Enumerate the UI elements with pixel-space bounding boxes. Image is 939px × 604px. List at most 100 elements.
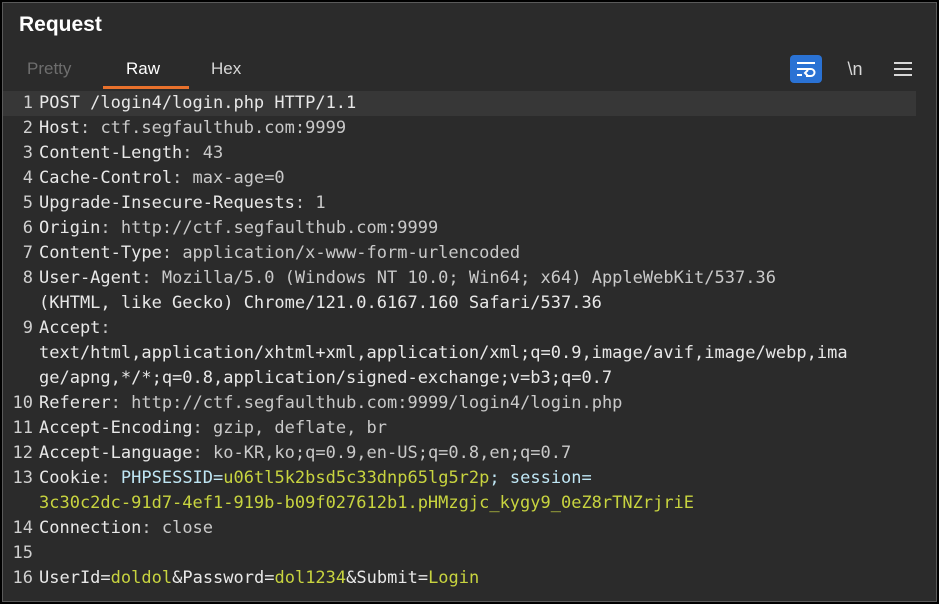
line-content: Accept-Language: ko-KR,ko;q=0.9,en-US;q=… [39,443,572,463]
header-value: close [161,518,214,538]
line-content: Accept-Encoding: gzip, deflate, br [39,418,388,438]
line-number: 8 [22,268,33,288]
line-number: 1 [22,93,33,113]
line-number: 12 [12,443,33,463]
panel-title: Request [19,13,102,36]
line-number: 16 [12,568,33,588]
line-number: 2 [22,118,33,138]
editor-line[interactable]: 5 Upgrade-Insecure-Requests: 1 [3,191,936,216]
cookie-eq: = [581,468,592,488]
line-content: 3c30c2dc-91d7-4ef1-919b-b09f027612b1.pHM… [39,491,694,516]
editor-line[interactable]: 3c30c2dc-91d7-4ef1-919b-b09f027612b1.pHM… [3,491,936,516]
param-eq: = [100,568,111,588]
editor-line[interactable]: (KHTML, like Gecko) Chrome/121.0.6167.16… [3,291,936,316]
line-content: Content-Type: application/x-www-form-url… [39,243,521,263]
line-content: text/html,application/xhtml+xml,applicat… [39,341,848,366]
header-value: http://ctf.segfaulthub.com:9999/login4/l… [131,393,623,413]
editor-line[interactable]: 15 [3,541,936,566]
editor-line[interactable]: 1 POST /login4/login.php HTTP/1.1 [3,91,916,116]
param-value: doldol [110,568,173,588]
editor-line[interactable]: 9 Accept: [3,316,936,341]
line-number: 11 [12,418,33,438]
line-content: POST /login4/login.php HTTP/1.1 [39,91,356,116]
header-value: 43 [202,143,224,163]
line-content: Accept: [39,318,121,338]
editor-line[interactable]: 2 Host: ctf.segfaulthub.com:9999 [3,116,936,141]
tab-raw[interactable]: Raw [126,59,160,79]
param-name: Password [182,568,265,588]
cookie-name: PHPSESSID [120,468,214,488]
header-name: Cookie [39,468,101,488]
header-name: User-Agent [39,268,142,288]
line-content: User-Agent: Mozilla/5.0 (Windows NT 10.0… [39,268,776,288]
header-name: Content-Length [39,143,183,163]
param-eq: = [264,568,275,588]
line-number: 6 [22,218,33,238]
active-tab-indicator [103,86,189,89]
line-number: 14 [12,518,33,538]
param-amp: & [172,568,183,588]
hamburger-menu-icon [894,62,912,76]
tab-pretty[interactable]: Pretty [27,59,71,79]
header-name: Upgrade-Insecure-Requests [39,193,295,213]
header-value: ko-KR,ko;q=0.9,en-US;q=0.8,en;q=0.7 [213,443,572,463]
wrap-lines-button[interactable] [790,55,822,83]
editor-line[interactable]: 3 Content-Length: 43 [3,141,936,166]
header-name: Host [39,118,80,138]
line-number: 9 [22,318,33,338]
editor-line[interactable]: text/html,application/xhtml+xml,applicat… [3,341,936,366]
header-name: Content-Type [39,243,162,263]
header-value: ctf.segfaulthub.com:9999 [100,118,347,138]
header-value: gzip, deflate, br [213,418,388,438]
editor-line[interactable]: 8 User-Agent: Mozilla/5.0 (Windows NT 10.… [3,266,936,291]
editor-line[interactable]: ge/apng,*/*;q=0.8,application/signed-exc… [3,366,936,391]
editor-line[interactable]: 6 Origin: http://ctf.segfaulthub.com:9999 [3,216,936,241]
header-value: http://ctf.segfaulthub.com:9999 [120,218,439,238]
editor-line[interactable]: 16 UserId=doldol&Password=dol1234&Submit=… [3,566,936,591]
wrap-lines-icon [797,62,816,77]
line-number: 7 [22,243,33,263]
line-content: Origin: http://ctf.segfaulthub.com:9999 [39,218,439,238]
header-value: application/x-www-form-urlencoded [182,243,521,263]
line-number: 5 [22,193,33,213]
param-eq: = [417,568,429,588]
editor-line[interactable]: 7 Content-Type: application/x-www-form-ur… [3,241,936,266]
line-number: 13 [12,468,33,488]
line-number: 3 [22,143,33,163]
param-name: UserId [39,568,101,588]
header-name: Cache-Control [39,168,173,188]
cookie-value: 3c30c2dc-91d7-4ef1-919b-b09f027612b1.pHM… [39,493,695,513]
header-value: max-age=0 [192,168,285,188]
line-number: 4 [22,168,33,188]
line-text: POST /login4/login.php HTTP/1.1 [39,93,357,113]
line-content: Content-Length: 43 [39,143,224,163]
tab-hex[interactable]: Hex [211,59,241,79]
line-content: Host: ctf.segfaulthub.com:9999 [39,118,347,138]
param-value: Login [428,568,480,588]
header-name: Accept [39,318,101,338]
line-number: 15 [12,543,33,563]
editor-line[interactable]: 11 Accept-Encoding: gzip, deflate, br [3,416,936,441]
raw-request-editor[interactable]: 1 POST /login4/login.php HTTP/1.1 2 Host: c… [3,91,936,601]
editor-line[interactable]: 4 Cache-Control: max-age=0 [3,166,936,191]
cookie-eq: = [213,468,224,488]
editor-line[interactable]: 13 Cookie: PHPSESSID=u06tl5k2bsd5c33dnp65… [3,466,936,491]
menu-button[interactable] [889,55,917,83]
line-text: ge/apng,*/*;q=0.8,application/signed-exc… [39,368,613,388]
header-value: Mozilla/5.0 (Windows NT 10.0; Win64; x64… [161,268,776,288]
line-content: ge/apng,*/*;q=0.8,application/signed-exc… [39,366,612,391]
line-content: Referer: http://ctf.segfaulthub.com:9999… [39,393,623,413]
header-name: Referer [39,393,111,413]
param-name: Submit [356,568,418,588]
line-content: Connection: close [39,518,214,538]
line-content: Cache-Control: max-age=0 [39,168,285,188]
editor-line[interactable]: 10 Referer: http://ctf.segfaulthub.com:99… [3,391,936,416]
line-text: (KHTML, like Gecko) Chrome/121.0.6167.16… [39,293,602,313]
header-value: 1 [315,193,326,213]
line-text: text/html,application/xhtml+xml,applicat… [39,343,848,363]
header-name: Accept-Language [39,443,193,463]
param-value: dol1234 [274,568,347,588]
show-newlines-button[interactable]: \n [841,55,869,83]
editor-line[interactable]: 12 Accept-Language: ko-KR,ko;q=0.9,en-US;… [3,441,936,466]
editor-line[interactable]: 14 Connection: close [3,516,936,541]
